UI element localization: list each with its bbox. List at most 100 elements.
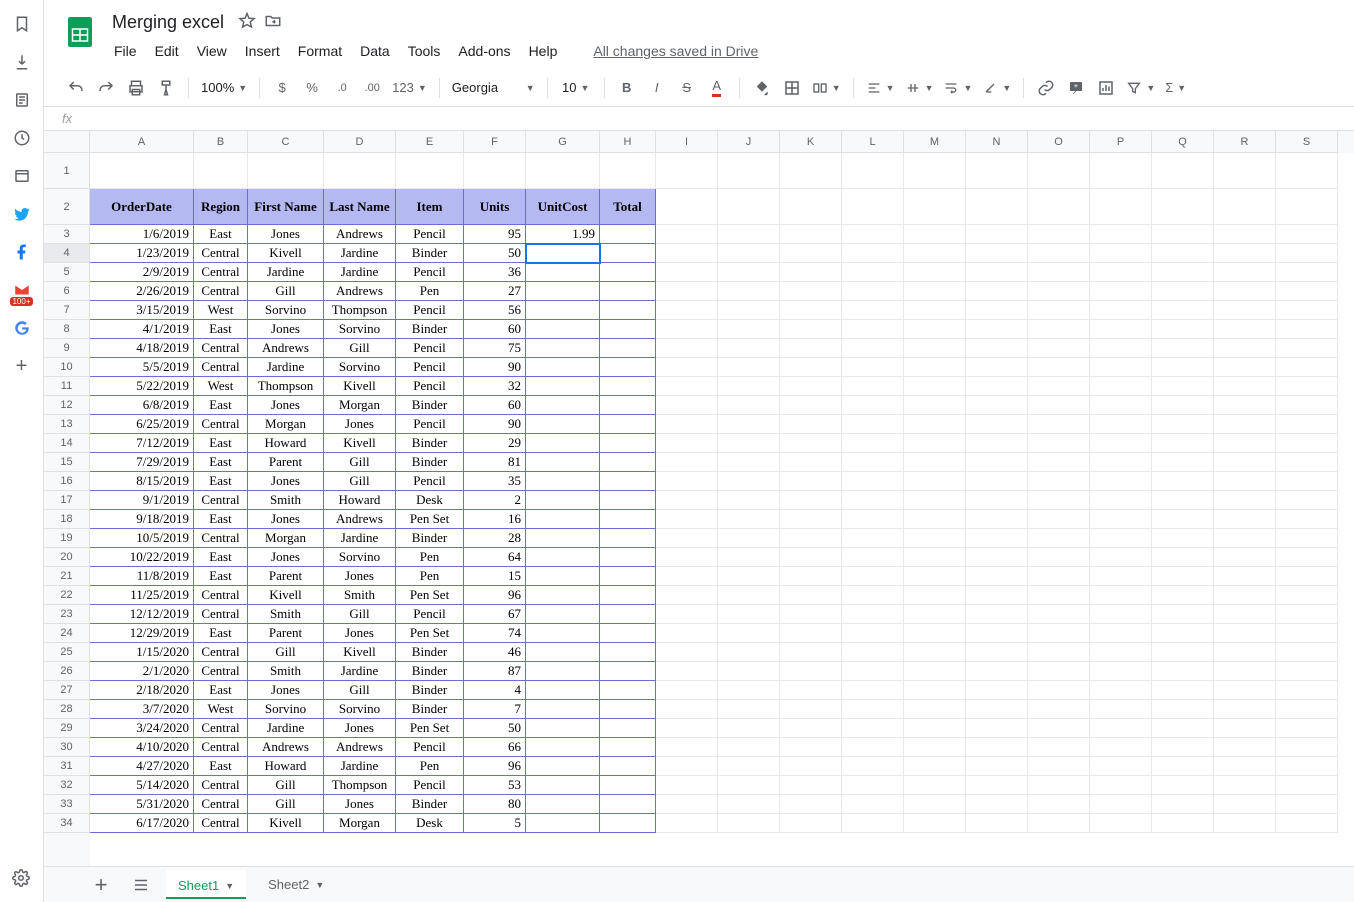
cell-total[interactable] xyxy=(600,225,656,244)
cell-D1[interactable] xyxy=(324,153,396,189)
cell-K2[interactable] xyxy=(780,189,842,225)
cell-K23[interactable] xyxy=(780,605,842,624)
cell-date[interactable]: 3/7/2020 xyxy=(90,700,194,719)
cell-J31[interactable] xyxy=(718,757,780,776)
cell-R9[interactable] xyxy=(1214,339,1276,358)
cell-cost[interactable] xyxy=(526,548,600,567)
cell-date[interactable]: 3/24/2020 xyxy=(90,719,194,738)
cell-item[interactable]: Binder xyxy=(396,320,464,339)
cell-date[interactable]: 9/1/2019 xyxy=(90,491,194,510)
cell-O3[interactable] xyxy=(1028,225,1090,244)
cell-units[interactable]: 81 xyxy=(464,453,526,472)
cell-M14[interactable] xyxy=(904,434,966,453)
cell-units[interactable]: 96 xyxy=(464,757,526,776)
cell-P30[interactable] xyxy=(1090,738,1152,757)
cell-item[interactable]: Pencil xyxy=(396,605,464,624)
cell-region[interactable]: East xyxy=(194,567,248,586)
cells-area[interactable]: OrderDateRegionFirst NameLast NameItemUn… xyxy=(90,153,1354,866)
cell-units[interactable]: 32 xyxy=(464,377,526,396)
gmail-icon[interactable]: 100+ xyxy=(12,280,32,300)
cell-O19[interactable] xyxy=(1028,529,1090,548)
cell-item[interactable]: Pen xyxy=(396,567,464,586)
row-header-28[interactable]: 28 xyxy=(44,700,90,719)
cell-cost[interactable] xyxy=(526,757,600,776)
cell-region[interactable]: East xyxy=(194,434,248,453)
cell-M2[interactable] xyxy=(904,189,966,225)
cell-P24[interactable] xyxy=(1090,624,1152,643)
cell-J20[interactable] xyxy=(718,548,780,567)
cell-I29[interactable] xyxy=(656,719,718,738)
cell-R26[interactable] xyxy=(1214,662,1276,681)
cell-K1[interactable] xyxy=(780,153,842,189)
cell-N29[interactable] xyxy=(966,719,1028,738)
cell-total[interactable] xyxy=(600,605,656,624)
cell-R4[interactable] xyxy=(1214,244,1276,263)
cell-Q10[interactable] xyxy=(1152,358,1214,377)
cell-L22[interactable] xyxy=(842,586,904,605)
cell-Q8[interactable] xyxy=(1152,320,1214,339)
cell-N25[interactable] xyxy=(966,643,1028,662)
borders-button[interactable] xyxy=(778,74,806,102)
cell-item[interactable]: Pencil xyxy=(396,472,464,491)
cell-R24[interactable] xyxy=(1214,624,1276,643)
cell-region[interactable]: East xyxy=(194,225,248,244)
cell-P18[interactable] xyxy=(1090,510,1152,529)
cell-J13[interactable] xyxy=(718,415,780,434)
cell-Q6[interactable] xyxy=(1152,282,1214,301)
redo-button[interactable] xyxy=(92,74,120,102)
cell-I19[interactable] xyxy=(656,529,718,548)
cell-item[interactable]: Pen xyxy=(396,757,464,776)
cell-cost[interactable] xyxy=(526,320,600,339)
cell-I26[interactable] xyxy=(656,662,718,681)
cell-cost[interactable] xyxy=(526,491,600,510)
cell-region[interactable]: Central xyxy=(194,415,248,434)
cell-Q1[interactable] xyxy=(1152,153,1214,189)
cell-total[interactable] xyxy=(600,719,656,738)
cell-region[interactable]: Central xyxy=(194,662,248,681)
cell-last[interactable]: Jones xyxy=(324,624,396,643)
paint-format-button[interactable] xyxy=(152,74,180,102)
cell-last[interactable]: Jardine xyxy=(324,529,396,548)
sheets-logo-icon[interactable] xyxy=(60,12,100,52)
cell-J32[interactable] xyxy=(718,776,780,795)
halign-button[interactable]: ▼ xyxy=(862,74,899,102)
row-header-19[interactable]: 19 xyxy=(44,529,90,548)
row-header-6[interactable]: 6 xyxy=(44,282,90,301)
cell-L1[interactable] xyxy=(842,153,904,189)
cell-item[interactable]: Pencil xyxy=(396,225,464,244)
cell-last[interactable]: Thompson xyxy=(324,301,396,320)
cell-M9[interactable] xyxy=(904,339,966,358)
cell-K4[interactable] xyxy=(780,244,842,263)
cell-P12[interactable] xyxy=(1090,396,1152,415)
cell-N7[interactable] xyxy=(966,301,1028,320)
cell-J10[interactable] xyxy=(718,358,780,377)
col-header-N[interactable]: N xyxy=(966,131,1028,153)
cell-date[interactable]: 2/9/2019 xyxy=(90,263,194,282)
cell-P29[interactable] xyxy=(1090,719,1152,738)
cell-K9[interactable] xyxy=(780,339,842,358)
col-header-D[interactable]: D xyxy=(324,131,396,153)
cell-R27[interactable] xyxy=(1214,681,1276,700)
cell-S1[interactable] xyxy=(1276,153,1338,189)
cell-Q2[interactable] xyxy=(1152,189,1214,225)
cell-total[interactable] xyxy=(600,738,656,757)
cell-P11[interactable] xyxy=(1090,377,1152,396)
cell-region[interactable]: West xyxy=(194,377,248,396)
cell-Q31[interactable] xyxy=(1152,757,1214,776)
cell-N20[interactable] xyxy=(966,548,1028,567)
cell-date[interactable]: 4/1/2019 xyxy=(90,320,194,339)
cell-O28[interactable] xyxy=(1028,700,1090,719)
cell-total[interactable] xyxy=(600,795,656,814)
cell-I22[interactable] xyxy=(656,586,718,605)
cell-item[interactable]: Binder xyxy=(396,795,464,814)
cell-item[interactable]: Binder xyxy=(396,643,464,662)
cell-N33[interactable] xyxy=(966,795,1028,814)
cell-I4[interactable] xyxy=(656,244,718,263)
cell-L8[interactable] xyxy=(842,320,904,339)
cell-last[interactable]: Gill xyxy=(324,339,396,358)
cell-L13[interactable] xyxy=(842,415,904,434)
filter-button[interactable]: ▼ xyxy=(1122,74,1159,102)
strike-button[interactable]: S xyxy=(673,74,701,102)
cell-L32[interactable] xyxy=(842,776,904,795)
cell-item[interactable]: Pencil xyxy=(396,377,464,396)
